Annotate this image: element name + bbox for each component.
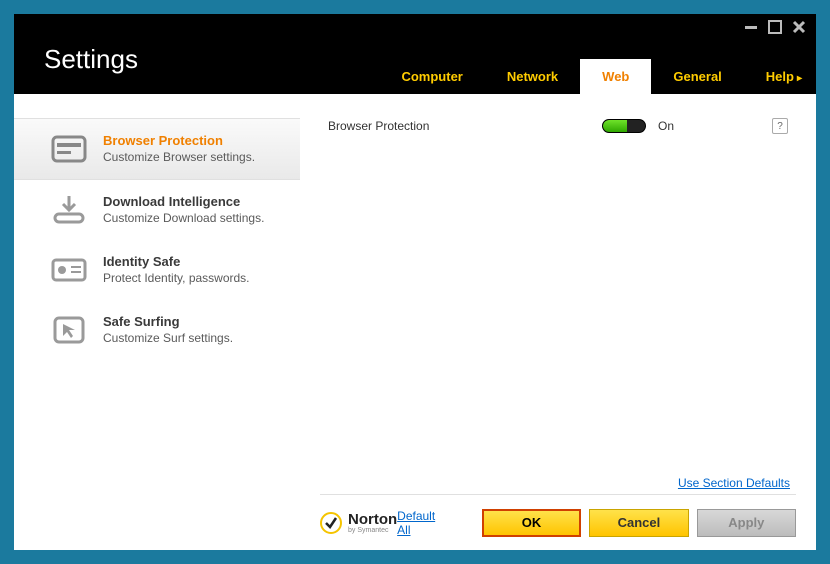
sidebar-item-desc: Protect Identity, passwords.: [103, 271, 250, 285]
id-card-icon: [49, 254, 89, 286]
ok-button[interactable]: OK: [482, 509, 582, 537]
tab-network[interactable]: Network: [485, 59, 580, 94]
use-section-defaults-link[interactable]: Use Section Defaults: [678, 476, 790, 490]
minimize-icon[interactable]: [744, 20, 758, 39]
tab-computer[interactable]: Computer: [379, 59, 484, 94]
sidebar-item-text: Download Intelligence Customize Download…: [103, 194, 264, 225]
apply-button[interactable]: Apply: [697, 509, 796, 537]
settings-window: Settings Computer Network Web General He…: [14, 14, 816, 550]
tab-web[interactable]: Web: [580, 59, 651, 94]
download-icon: [49, 194, 89, 226]
default-all-link[interactable]: Default All: [397, 509, 448, 537]
toggle-state-label: On: [658, 119, 674, 133]
sidebar-item-identity-safe[interactable]: Identity Safe Protect Identity, password…: [14, 240, 300, 300]
content-panel: Browser Protection On ? Use Section Defa…: [300, 94, 816, 550]
toggle-switch[interactable]: [602, 119, 646, 133]
tab-general[interactable]: General: [651, 59, 743, 94]
titlebar: Settings Computer Network Web General He…: [14, 14, 816, 94]
sidebar-item-title: Download Intelligence: [103, 194, 264, 209]
brand-logo: Norton by Symantec: [320, 511, 397, 534]
sidebar-item-text: Identity Safe Protect Identity, password…: [103, 254, 250, 285]
toggle-group: On: [602, 119, 772, 133]
sidebar: Browser Protection Customize Browser set…: [14, 94, 300, 550]
window-controls: [744, 20, 806, 39]
footer-inner: Norton by Symantec Default All OK Cancel…: [320, 494, 796, 550]
brand-name: Norton: [348, 511, 397, 528]
close-icon[interactable]: [792, 20, 806, 39]
sidebar-item-title: Browser Protection: [103, 133, 255, 148]
footer: Norton by Symantec Default All OK Cancel…: [300, 494, 816, 550]
tab-bar: Computer Network Web General Help▸: [14, 56, 816, 94]
sidebar-item-title: Identity Safe: [103, 254, 250, 269]
sidebar-item-desc: Customize Download settings.: [103, 211, 264, 225]
maximize-icon[interactable]: [768, 20, 782, 39]
help-icon[interactable]: ?: [772, 118, 788, 134]
norton-check-icon: [320, 512, 342, 534]
sidebar-item-desc: Customize Surf settings.: [103, 331, 233, 345]
sidebar-item-desc: Customize Browser settings.: [103, 150, 255, 164]
brand-subtitle: by Symantec: [348, 527, 397, 534]
sidebar-item-browser-protection[interactable]: Browser Protection Customize Browser set…: [14, 118, 300, 180]
setting-label: Browser Protection: [328, 119, 602, 133]
body-area: Browser Protection Customize Browser set…: [14, 94, 816, 550]
cancel-button[interactable]: Cancel: [589, 509, 688, 537]
cursor-icon: [49, 314, 89, 346]
sidebar-item-download-intelligence[interactable]: Download Intelligence Customize Download…: [14, 180, 300, 240]
tab-help-label: Help: [766, 69, 794, 84]
sidebar-item-title: Safe Surfing: [103, 314, 233, 329]
tab-help[interactable]: Help▸: [744, 59, 816, 94]
sidebar-item-safe-surfing[interactable]: Safe Surfing Customize Surf settings.: [14, 300, 300, 360]
sidebar-item-text: Safe Surfing Customize Surf settings.: [103, 314, 233, 345]
sidebar-item-text: Browser Protection Customize Browser set…: [103, 133, 255, 164]
browser-icon: [49, 133, 89, 165]
chevron-right-icon: ▸: [797, 73, 802, 84]
setting-row-browser-protection: Browser Protection On ?: [324, 108, 792, 144]
